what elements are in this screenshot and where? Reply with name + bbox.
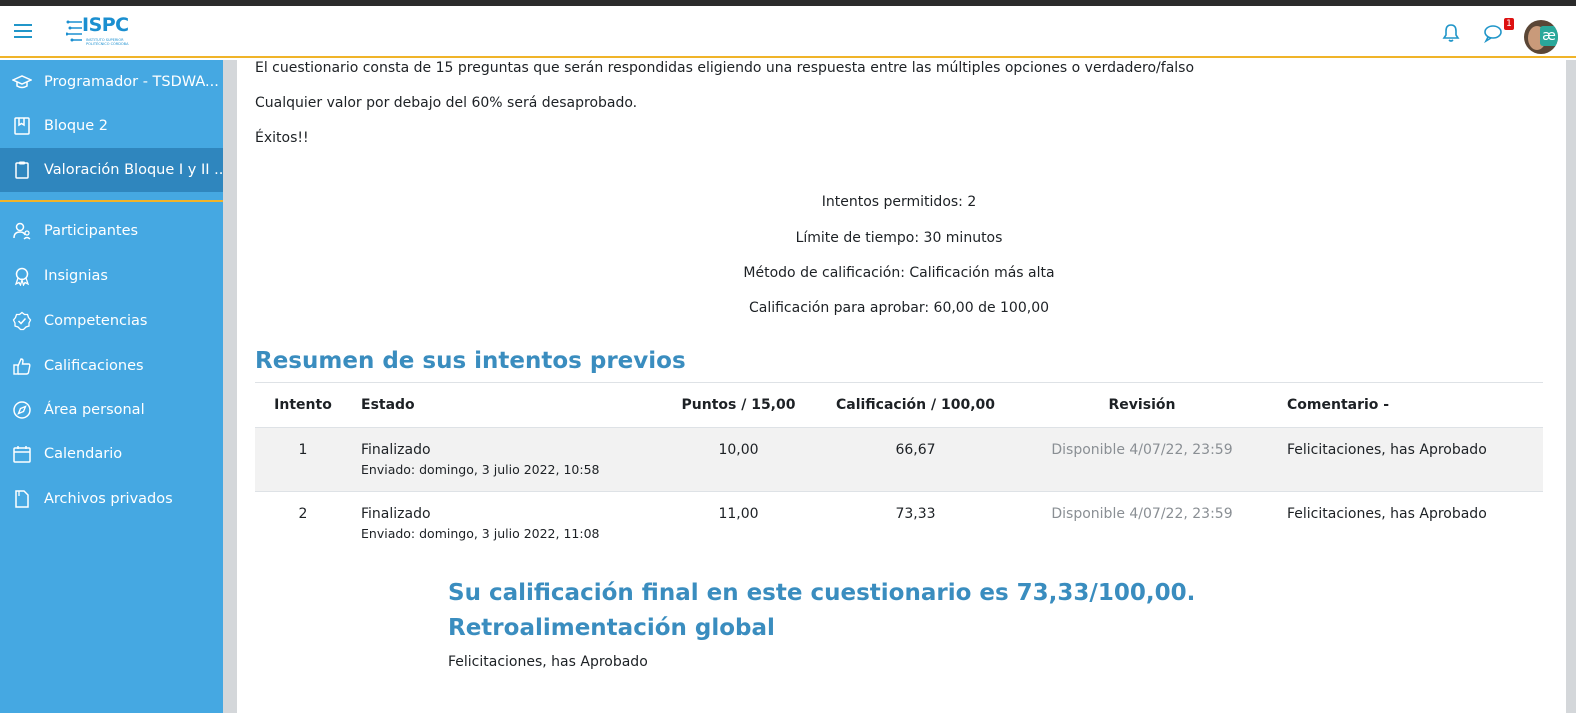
- table-header-row: Intento Estado Puntos / 15,00 Calificaci…: [255, 384, 1543, 427]
- col-header-points: Puntos / 15,00: [681, 397, 796, 414]
- attempt-points: 10,00: [671, 426, 806, 491]
- col-header-comment[interactable]: Comentario -: [1259, 384, 1543, 427]
- sidebar-item-label: Archivos privados: [44, 491, 173, 507]
- attempt-submitted: Enviado: domingo, 3 julio 2022, 11:08: [361, 525, 600, 541]
- calendar-icon: [13, 446, 31, 463]
- users-icon: [13, 222, 31, 240]
- sidebar-item-label: Competencias: [44, 313, 148, 329]
- message-count-badge: 1: [1504, 18, 1514, 30]
- sidebar-item-participantes[interactable]: Participantes: [0, 209, 223, 253]
- attempt-state-cell: Finalizado Enviado: domingo, 3 julio 202…: [351, 426, 671, 491]
- attempt-grade: 66,67: [806, 426, 1025, 491]
- badge-icon: [14, 267, 30, 286]
- intro-text: Éxitos!!: [255, 130, 309, 146]
- attempt-number: 2: [255, 490, 351, 555]
- sidebar-item-label: Participantes: [44, 223, 139, 239]
- sidebar-divider: [0, 200, 223, 202]
- col-header-state: Estado: [361, 397, 415, 414]
- menu-icon[interactable]: [14, 24, 32, 38]
- sidebar-item-archivos[interactable]: Archivos privados: [0, 477, 223, 521]
- sidebar-item-competencias[interactable]: Competencias: [0, 299, 223, 343]
- feedback-text: Felicitaciones, has Aprobado: [448, 654, 648, 670]
- attempt-state: Finalizado: [361, 505, 431, 522]
- table-row: 2 Finalizado Enviado: domingo, 3 julio 2…: [255, 490, 1543, 555]
- sidebar-item-label: Valoración Bloque I y II ...: [44, 162, 228, 178]
- clipboard-icon: [15, 161, 29, 179]
- attempt-state: Finalizado: [361, 441, 431, 458]
- sidebar: Programador - TSDWA... Bloque 2 Valoraci…: [0, 60, 228, 713]
- sidebar-item-insignias[interactable]: Insignias: [0, 254, 223, 298]
- table-row: 1 Finalizado Enviado: domingo, 3 julio 2…: [255, 426, 1543, 491]
- logo-text: ISPC: [82, 14, 129, 36]
- summary-title: Resumen de sus intentos previos: [255, 348, 686, 374]
- logo-subtitle: POLITÉCNICO CÓRDOBA: [86, 42, 129, 46]
- sidebar-item-label: Calificaciones: [44, 358, 144, 374]
- feedback-title: Retroalimentación global: [448, 615, 775, 641]
- attempt-submitted: Enviado: domingo, 3 julio 2022, 10:58: [361, 461, 600, 477]
- avatar-chip: æ: [1540, 26, 1558, 46]
- bell-icon[interactable]: [1440, 22, 1462, 44]
- attempt-review: Disponible 4/07/22, 23:59: [1025, 490, 1259, 555]
- sidebar-item-valoracion[interactable]: Valoración Bloque I y II ...: [0, 148, 228, 192]
- ispc-logo[interactable]: ISPC INSTITUTO SUPERIOR POLITÉCNICO CÓRD…: [66, 14, 130, 50]
- attempt-grade: 73,33: [806, 490, 1025, 555]
- time-limit: Límite de tiempo: 30 minutos: [795, 230, 1003, 246]
- top-navbar: ISPC INSTITUTO SUPERIOR POLITÉCNICO CÓRD…: [0, 6, 1576, 58]
- scrollbar-track[interactable]: [1566, 60, 1576, 713]
- sidebar-item-area-personal[interactable]: Área personal: [0, 388, 223, 432]
- sidebar-item-label: Área personal: [44, 402, 145, 418]
- col-header-attempt: Intento: [274, 397, 332, 414]
- book-icon: [14, 117, 30, 135]
- attempt-state-cell: Finalizado Enviado: domingo, 3 julio 202…: [351, 490, 671, 555]
- sidebar-item-label: Programador - TSDWA...: [44, 74, 219, 90]
- final-grade: Su calificación final en este cuestionar…: [448, 580, 1196, 606]
- summary-divider: [255, 382, 1543, 383]
- sidebar-item-calificaciones[interactable]: Calificaciones: [0, 344, 223, 388]
- attempt-points: 11,00: [671, 490, 806, 555]
- graduation-cap-icon: [12, 75, 32, 89]
- sidebar-item-course[interactable]: Programador - TSDWA...: [0, 60, 223, 104]
- intro-text: Cualquier valor por debajo del 60% será …: [255, 95, 638, 111]
- sidebar-item-label: Calendario: [44, 446, 123, 462]
- col-header-grade: Calificación / 100,00: [835, 397, 995, 414]
- sidebar-item-calendario[interactable]: Calendario: [0, 432, 223, 476]
- intro-text: El cuestionario consta de 15 preguntas q…: [255, 60, 1195, 76]
- sidebar-item-label: Bloque 2: [44, 118, 108, 134]
- main-content: El cuestionario consta de 15 preguntas q…: [237, 60, 1566, 713]
- file-icon: [15, 490, 29, 508]
- sidebar-item-label: Insignias: [44, 268, 108, 284]
- attempts-allowed: Intentos permitidos: 2: [821, 194, 977, 210]
- attempt-review: Disponible 4/07/22, 23:59: [1025, 426, 1259, 491]
- user-avatar[interactable]: æ: [1524, 20, 1558, 54]
- check-badge-icon: [12, 311, 32, 331]
- attempt-number: 1: [255, 426, 351, 491]
- content-gutter: [223, 60, 237, 713]
- sidebar-item-bloque-2[interactable]: Bloque 2: [0, 104, 223, 148]
- attempts-table: Intento Estado Puntos / 15,00 Calificaci…: [255, 384, 1543, 555]
- col-header-review: Revisión: [1108, 397, 1176, 414]
- compass-icon: [13, 401, 31, 419]
- pass-grade: Calificación para aprobar: 60,00 de 100,…: [748, 300, 1050, 316]
- thumbs-up-icon: [13, 358, 31, 375]
- messages-icon[interactable]: [1482, 22, 1504, 44]
- attempt-comment: Felicitaciones, has Aprobado: [1259, 490, 1543, 555]
- attempt-comment: Felicitaciones, has Aprobado: [1259, 426, 1543, 491]
- grading-method: Método de calificación: Calificación más…: [743, 265, 1055, 281]
